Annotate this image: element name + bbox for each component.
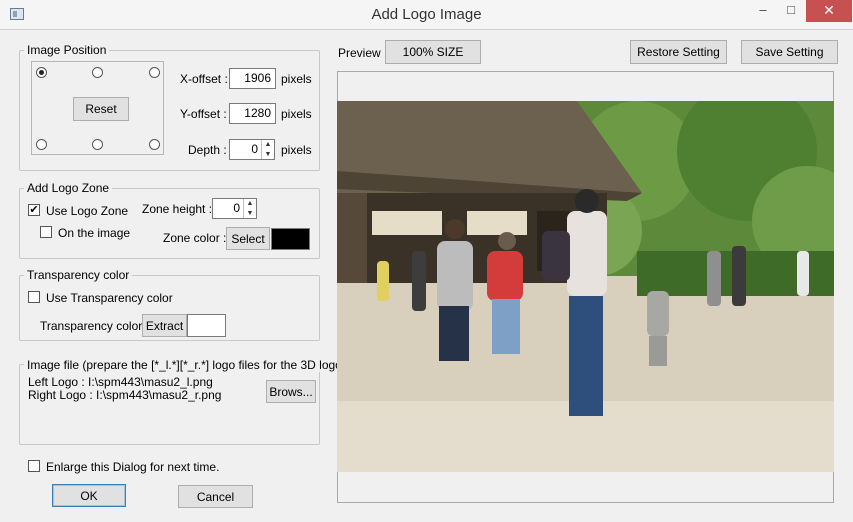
maximize-button[interactable]: □ [776,0,806,22]
reset-button[interactable]: Reset [73,97,129,121]
image-file-legend: Image file (prepare the [*_l.*][*_r.*] l… [24,358,349,372]
extract-button[interactable]: Extract [142,314,187,337]
y-offset-input[interactable]: 1280 [229,103,276,124]
logo-zone-legend: Add Logo Zone [24,181,113,195]
y-offset-unit: pixels [281,107,312,121]
transparency-color-label: Transparency color : [40,319,149,333]
window-title: Add Logo Image [371,6,482,23]
zone-height-spinner[interactable]: 0 ▲ ▼ [212,198,257,219]
position-radio-top-center[interactable] [92,67,103,78]
image-position-legend: Image Position [24,43,110,57]
restore-setting-button[interactable]: Restore Setting [630,40,727,64]
close-button[interactable]: ✕ [806,0,852,22]
use-transparency-checkbox[interactable] [28,291,40,303]
zone-height-spin-arrows[interactable]: ▲ ▼ [243,199,256,218]
y-offset-label: Y-offset : [180,107,227,121]
preview-image[interactable] [337,101,834,472]
spin-up-icon[interactable]: ▲ [262,140,274,150]
ok-button[interactable]: OK [52,484,126,507]
x-offset-label: X-offset : [180,72,228,86]
zone-color-label: Zone color : [163,231,227,245]
cancel-button[interactable]: Cancel [178,485,253,508]
x-offset-input[interactable]: 1906 [229,68,276,89]
use-transparency-label: Use Transparency color [46,291,173,305]
minimize-button[interactable]: ‒ [748,0,778,22]
position-radio-bottom-center[interactable] [92,139,103,150]
depth-spin-arrows[interactable]: ▲ ▼ [261,140,274,159]
position-radio-bottom-left[interactable] [36,139,47,150]
depth-value: 0 [251,142,258,156]
depth-spinner[interactable]: 0 ▲ ▼ [229,139,275,160]
position-radio-bottom-right[interactable] [149,139,160,150]
zone-color-select-button[interactable]: Select [226,227,270,250]
position-radio-top-left[interactable] [36,67,47,78]
enlarge-dialog-label: Enlarge this Dialog for next time. [46,460,220,474]
checkmark-icon: ✔ [29,204,39,216]
full-size-button[interactable]: 100% SIZE [385,40,481,64]
use-logo-zone-checkbox[interactable]: ✔ [28,204,40,216]
enlarge-dialog-checkbox[interactable] [28,460,40,472]
on-image-label: On the image [58,226,131,240]
spin-down-icon[interactable]: ▼ [244,209,256,219]
zone-height-value: 0 [233,201,240,215]
right-logo-path: Right Logo : I:\spm443\masu2_r.png [28,388,222,402]
depth-label: Depth : [188,143,227,157]
browse-button[interactable]: Brows... [266,380,316,403]
spin-up-icon[interactable]: ▲ [244,199,256,209]
spin-down-icon[interactable]: ▼ [262,150,274,160]
left-logo-path: Left Logo : I:\spm443\masu2_l.png [28,375,213,389]
x-offset-unit: pixels [281,72,312,86]
transparency-color-swatch[interactable] [187,314,226,337]
save-setting-button[interactable]: Save Setting [741,40,838,64]
depth-unit: pixels [281,143,312,157]
transparency-legend: Transparency color [24,268,133,282]
zone-height-label: Zone height : [142,202,213,216]
use-logo-zone-label: Use Logo Zone [46,204,129,218]
preview-label: Preview [338,46,381,60]
on-image-checkbox[interactable] [40,226,52,238]
zone-color-swatch[interactable] [271,228,310,250]
position-radio-top-right[interactable] [149,67,160,78]
